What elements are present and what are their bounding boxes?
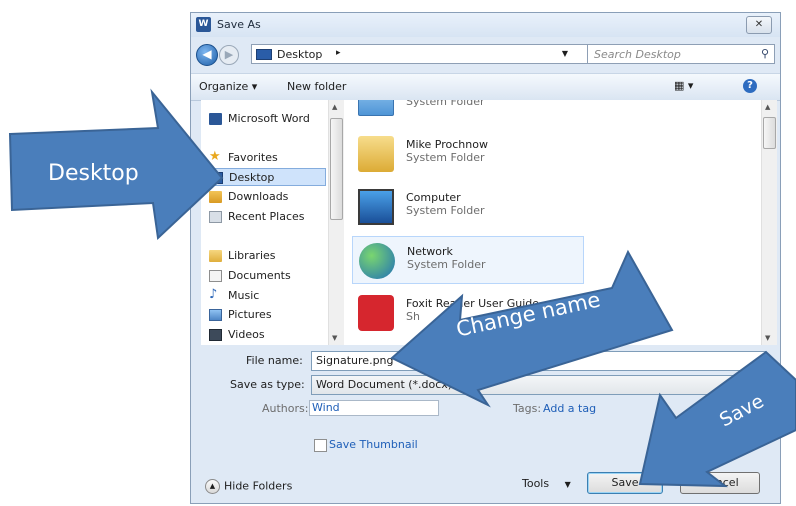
navigation-bar: ◀ ▶ Desktop ▸ ▼ Search Desktop ⚲	[191, 41, 780, 67]
nav-item-music[interactable]: ♪ Music	[201, 287, 326, 305]
search-placeholder: Search Desktop	[594, 48, 681, 61]
file-name: Mike Prochnow	[406, 138, 488, 151]
nav-item-microsoft-word[interactable]: Microsoft Word	[201, 110, 326, 128]
chevron-up-icon: ▲	[205, 479, 220, 494]
hide-folders-label: Hide Folders	[224, 479, 293, 493]
desktop-icon	[256, 49, 272, 60]
nav-item-label: Libraries	[228, 249, 276, 262]
nav-item-label: Pictures	[228, 308, 272, 321]
search-box[interactable]: Search Desktop ⚲	[587, 44, 775, 64]
file-name-label: File name:	[246, 354, 303, 367]
downloads-icon	[209, 191, 222, 203]
desktop-callout-label: Desktop	[48, 161, 139, 186]
file-type: System Folder	[406, 151, 485, 164]
save-type-select[interactable]: Word Document (*.docx)	[311, 375, 766, 395]
file-list-scrollbar[interactable]: ▲ ▼	[761, 100, 777, 345]
nav-item-downloads[interactable]: Downloads	[201, 188, 326, 206]
file-item[interactable]: Computer System Folder	[352, 183, 584, 231]
window-title: Save As	[217, 18, 261, 31]
videos-icon	[209, 329, 222, 341]
recent-places-icon	[209, 211, 222, 223]
scroll-thumb[interactable]	[330, 118, 343, 220]
cancel-button[interactable]: Cancel	[680, 472, 760, 494]
foxit-shortcut-icon	[358, 295, 394, 331]
save-as-dialog: W Save As ✕ ◀ ▶ Desktop ▸ ▼ Search Deskt…	[190, 12, 781, 504]
libraries-icon	[209, 250, 222, 262]
scroll-up-icon[interactable]: ▲	[765, 103, 770, 111]
pictures-icon	[209, 309, 222, 321]
nav-item-favorites[interactable]: ★ Favorites	[201, 149, 326, 167]
nav-item-label: Favorites	[228, 151, 278, 164]
command-bar: Organize ▾ New folder ▦ ▾ ?	[191, 73, 780, 101]
authors-field[interactable]: Wind	[309, 400, 439, 416]
file-name: Computer	[406, 191, 461, 204]
word-doc-icon	[209, 113, 222, 125]
forward-button[interactable]: ▶	[219, 45, 239, 65]
organize-button[interactable]: Organize ▾	[199, 80, 257, 93]
breadcrumb-desktop[interactable]: Desktop	[277, 48, 322, 61]
save-thumbnail-checkbox[interactable]	[314, 439, 327, 452]
word-icon: W	[196, 17, 211, 32]
title-bar: W Save As ✕	[191, 13, 780, 37]
nav-item-label: Recent Places	[228, 210, 305, 223]
save-thumbnail-label[interactable]: Save Thumbnail	[329, 438, 418, 451]
scroll-thumb[interactable]	[763, 117, 776, 149]
save-type-label: Save as type:	[230, 378, 305, 391]
file-type: Sh	[406, 310, 420, 323]
navigation-pane-scrollbar[interactable]: ▲ ▼	[328, 100, 344, 345]
hide-folders-button[interactable]: ▲ Hide Folders	[205, 479, 292, 494]
back-button[interactable]: ◀	[196, 44, 218, 66]
file-item[interactable]: Mike Prochnow System Folder	[352, 130, 584, 178]
tools-label: Tools	[522, 477, 550, 490]
file-name-field[interactable]: Signature.png	[311, 351, 766, 371]
address-dropdown-icon[interactable]: ▼	[562, 49, 568, 58]
tags-label: Tags:	[513, 402, 542, 415]
nav-item-pictures[interactable]: Pictures	[201, 306, 326, 324]
tools-button[interactable]: Tools ▼	[522, 477, 571, 490]
file-name: Network	[407, 245, 453, 258]
tags-field[interactable]: Add a tag	[543, 402, 596, 415]
scroll-down-icon[interactable]: ▼	[332, 334, 337, 342]
search-icon[interactable]: ⚲	[761, 47, 769, 60]
nav-item-desktop[interactable]: Desktop	[201, 168, 326, 186]
network-icon	[359, 243, 395, 279]
new-folder-button[interactable]: New folder	[287, 80, 346, 93]
chevron-down-icon: ▼	[564, 480, 571, 489]
file-item[interactable]: System Folder	[352, 100, 584, 122]
address-bar[interactable]: Desktop ▸ ▼	[251, 44, 591, 64]
views-button[interactable]: ▦ ▾	[674, 79, 693, 92]
scroll-down-icon[interactable]: ▼	[765, 334, 770, 342]
nav-item-videos[interactable]: Videos	[201, 326, 326, 344]
nav-item-label: Videos	[228, 328, 265, 341]
file-type: System Folder	[406, 100, 485, 108]
nav-item-documents[interactable]: Documents	[201, 267, 326, 285]
user-folder-icon	[358, 136, 394, 172]
nav-item-label: Music	[228, 289, 260, 302]
computer-icon	[358, 189, 394, 225]
nav-item-label: Documents	[228, 269, 291, 282]
nav-item-label: Downloads	[228, 190, 289, 203]
nav-item-label: Desktop	[229, 171, 275, 184]
breadcrumb-chevron-icon[interactable]: ▸	[336, 48, 341, 58]
navigation-pane: Microsoft Word ★ Favorites Desktop Downl…	[201, 100, 341, 345]
desktop-icon	[210, 172, 223, 184]
nav-item-libraries[interactable]: Libraries	[201, 247, 326, 265]
authors-label: Authors:	[262, 402, 309, 415]
nav-item-recent-places[interactable]: Recent Places	[201, 208, 326, 226]
nav-item-label: Microsoft Word	[228, 112, 310, 125]
documents-icon	[209, 270, 222, 282]
file-type: System Folder	[406, 204, 485, 217]
save-button[interactable]: Save	[587, 472, 663, 494]
star-icon: ★	[209, 149, 221, 164]
help-icon[interactable]: ?	[743, 79, 757, 93]
scroll-up-icon[interactable]: ▲	[332, 103, 337, 111]
folder-icon	[358, 100, 394, 116]
music-icon: ♪	[209, 287, 218, 302]
close-button[interactable]: ✕	[746, 16, 772, 34]
file-item[interactable]: Network System Folder	[352, 236, 584, 284]
file-type: System Folder	[407, 258, 486, 271]
